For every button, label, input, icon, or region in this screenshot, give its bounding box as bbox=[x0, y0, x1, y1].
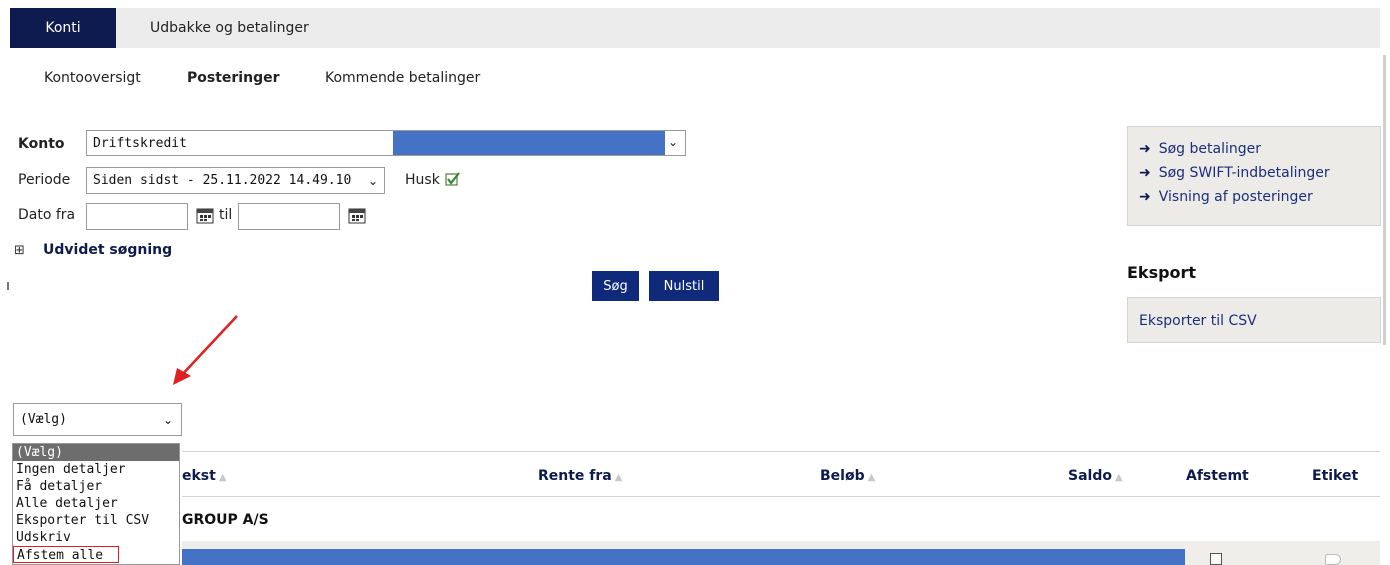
th-rente-fra[interactable]: Rente fra ▲ bbox=[538, 468, 622, 484]
action-select[interactable]: (Vælg) ⌄ bbox=[13, 403, 182, 436]
calendar-icon[interactable] bbox=[348, 206, 366, 228]
sog-swift-link[interactable]: ➜ Søg SWIFT-indbetalinger bbox=[1139, 165, 1330, 181]
afstemt-checkbox[interactable] bbox=[1210, 553, 1222, 565]
udvidet-sogning-link[interactable]: Udvidet søgning bbox=[43, 242, 172, 258]
table-top-border bbox=[182, 451, 1380, 452]
arrow-right-icon: ➜ bbox=[1139, 141, 1151, 157]
edge-mark bbox=[7, 282, 9, 290]
th-tekst[interactable]: ekst ▲ bbox=[182, 468, 227, 484]
calendar-icon[interactable] bbox=[196, 206, 214, 228]
visning-af-posteringer-link[interactable]: ➜ Visning af posteringer bbox=[1139, 189, 1313, 205]
chevron-down-icon: ⌄ bbox=[162, 412, 173, 427]
th-belob-label: Beløb bbox=[820, 468, 865, 484]
sort-icon: ▲ bbox=[1114, 472, 1123, 483]
th-tekst-label: ekst bbox=[182, 468, 216, 484]
eksport-title: Eksport bbox=[1127, 263, 1197, 282]
sog-betalinger-link[interactable]: ➜ Søg betalinger bbox=[1139, 141, 1261, 157]
periode-label: Periode bbox=[18, 172, 71, 188]
dropdown-option-udskriv[interactable]: Udskriv bbox=[13, 529, 179, 546]
dropdown-option-afstem-alle[interactable]: Afstem alle bbox=[13, 546, 119, 563]
visning-af-posteringer-label: Visning af posteringer bbox=[1158, 189, 1313, 205]
dropdown-option-fa-detaljer[interactable]: Få detaljer bbox=[13, 478, 179, 495]
sort-icon: ▲ bbox=[614, 472, 623, 483]
annotation-arrow bbox=[173, 315, 238, 385]
husk-checkbox-icon[interactable] bbox=[445, 171, 461, 187]
chevron-down-icon: ⌄ bbox=[367, 173, 378, 188]
tab-udbakke-og-betalinger[interactable]: Udbakke og betalinger bbox=[150, 8, 309, 48]
th-saldo-label: Saldo bbox=[1068, 468, 1112, 484]
row-highlight bbox=[182, 549, 1185, 565]
action-select-value: (Vælg) bbox=[20, 412, 67, 427]
konto-label: Konto bbox=[18, 136, 65, 152]
dato-fra-input[interactable] bbox=[86, 203, 188, 230]
table-header-border bbox=[182, 496, 1380, 497]
eksporter-csv-link[interactable]: Eksporter til CSV bbox=[1139, 313, 1257, 329]
konto-select-highlight bbox=[393, 131, 665, 155]
arrow-right-icon: ➜ bbox=[1139, 165, 1151, 181]
til-label: til bbox=[219, 207, 233, 223]
th-saldo[interactable]: Saldo ▲ bbox=[1068, 468, 1123, 484]
etiket-tag-icon[interactable] bbox=[1325, 554, 1341, 565]
th-belob[interactable]: Beløb ▲ bbox=[820, 468, 875, 484]
subnav-posteringer[interactable]: Posteringer bbox=[187, 70, 280, 86]
periode-select[interactable]: Siden sidst - 25.11.2022 14.49.10 ⌄ bbox=[86, 167, 385, 194]
dato-til-input[interactable] bbox=[238, 203, 340, 230]
dropdown-option-vaelg[interactable]: (Vælg) bbox=[13, 444, 179, 461]
th-etiket: Etiket bbox=[1312, 468, 1359, 484]
chevron-down-icon: ⌄ bbox=[668, 135, 679, 149]
periode-select-value: Siden sidst - 25.11.2022 14.49.10 bbox=[93, 173, 352, 188]
konto-select-value: Driftskredit bbox=[93, 135, 187, 151]
scrollbar[interactable] bbox=[1383, 55, 1386, 345]
tab-konti[interactable]: Konti bbox=[10, 8, 116, 48]
sog-button[interactable]: Søg bbox=[592, 271, 639, 301]
subnav-kommende-betalinger[interactable]: Kommende betalinger bbox=[325, 70, 480, 86]
dropdown-option-ingen-detaljer[interactable]: Ingen detaljer bbox=[13, 461, 179, 478]
dato-fra-label: Dato fra bbox=[18, 207, 76, 223]
sort-icon: ▲ bbox=[867, 472, 876, 483]
sog-betalinger-label: Søg betalinger bbox=[1158, 141, 1261, 157]
arrow-right-icon: ➜ bbox=[1139, 189, 1151, 205]
dropdown-option-eksporter-csv[interactable]: Eksporter til CSV bbox=[13, 512, 179, 529]
th-afstemt: Afstemt bbox=[1186, 468, 1249, 484]
table-group-row: GROUP A/S bbox=[182, 512, 269, 528]
sort-icon: ▲ bbox=[218, 472, 227, 483]
nulstil-button[interactable]: Nulstil bbox=[649, 271, 719, 301]
subnav-kontooversigt[interactable]: Kontooversigt bbox=[44, 70, 141, 86]
dropdown-option-alle-detaljer[interactable]: Alle detaljer bbox=[13, 495, 179, 512]
th-rente-fra-label: Rente fra bbox=[538, 468, 612, 484]
sog-swift-label: Søg SWIFT-indbetalinger bbox=[1158, 165, 1330, 181]
expand-icon[interactable]: ⊞ bbox=[14, 243, 25, 258]
husk-label: Husk bbox=[405, 172, 440, 188]
